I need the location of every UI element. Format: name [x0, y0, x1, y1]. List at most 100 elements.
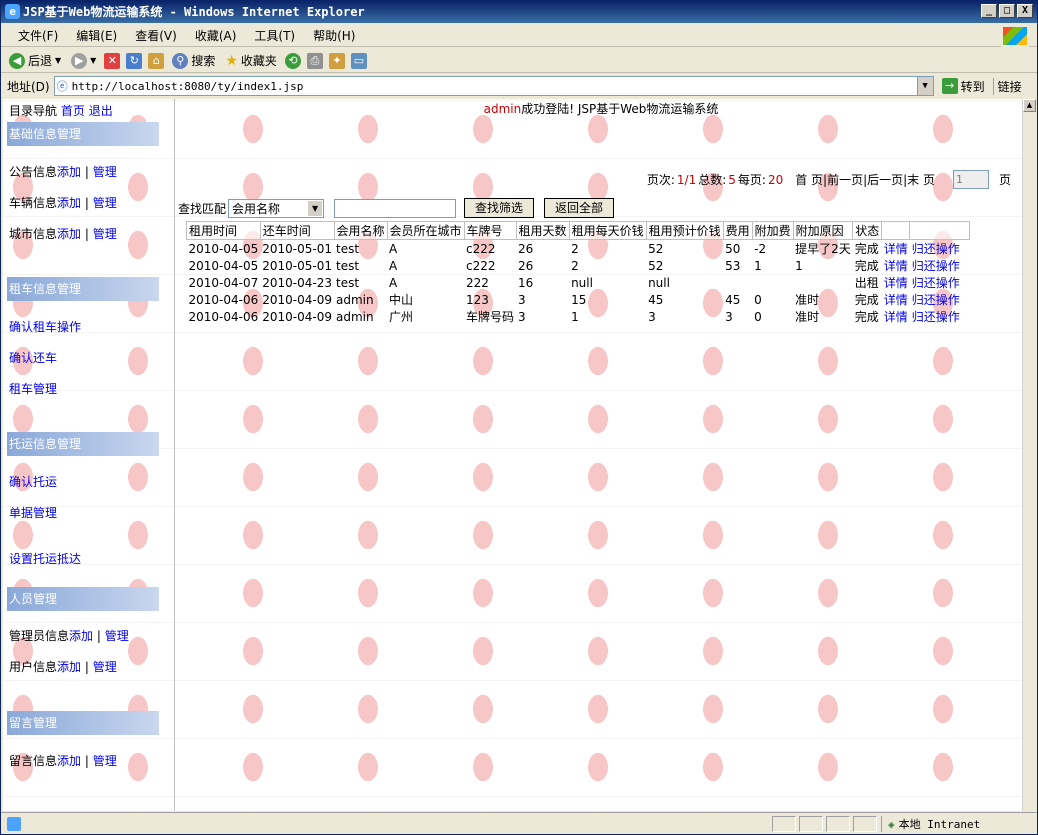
cell-detail-link[interactable]: 详情 [882, 291, 910, 308]
cell-daily-price: 2 [571, 241, 579, 256]
cell-plate: 222 [466, 275, 489, 290]
favorites-button[interactable]: ★ 收藏夹 [223, 52, 279, 69]
search-field-value: 会用名称 [232, 201, 281, 216]
message-add-link[interactable]: 添加 [57, 754, 81, 768]
set-arrival-link[interactable]: 设置托运抵达 [9, 550, 81, 567]
cell-return-date: 2010-04-09 [262, 292, 332, 307]
cell-est-price: 3 [648, 309, 656, 324]
search-filter-button[interactable]: 查找筛选 [464, 198, 535, 218]
cell-extra-reason [793, 274, 853, 291]
rental-manage-link[interactable]: 租车管理 [9, 380, 57, 397]
confirm-shipping-link[interactable]: 确认托运 [9, 473, 57, 490]
cell-detail-link[interactable]: 详情 [882, 240, 910, 258]
cell-return-action-link[interactable]: 归还操作 [910, 240, 970, 258]
cell-detail-link[interactable]: 详情 [882, 257, 910, 274]
menu-file[interactable]: 文件(F) [9, 27, 67, 44]
messenger-icon[interactable]: ✦ [328, 52, 345, 69]
cell-extra-fee [752, 274, 793, 291]
toolbar: ◀ 后退 ▼ ▶ ▼ ✕ ↻ ⌂ ⚲ 搜索 ★ 收藏夹 ⟲ ⎙ ✦ ▭ [1, 49, 1037, 73]
close-button[interactable]: X [1017, 4, 1033, 18]
cell-status: 完成 [854, 242, 879, 256]
window-title: JSP基于Web物流运输系统 - Windows Internet Explor… [23, 5, 365, 19]
page-value: 1/1 [676, 172, 697, 187]
links-button[interactable]: 链接 [992, 77, 1026, 95]
section-message: 留言管理 [7, 711, 159, 735]
cell-est-price: 45 [648, 292, 664, 307]
header-status: 状态 [852, 221, 883, 240]
cell-member-name: test [336, 275, 360, 290]
edit-icon[interactable]: ▭ [350, 52, 367, 69]
vertical-scrollbar[interactable]: ▲ [1022, 99, 1036, 811]
user-add-link[interactable]: 添加 [57, 660, 81, 674]
city-add-link[interactable]: 添加 [57, 227, 81, 241]
logout-link[interactable]: 退出 [89, 104, 113, 118]
menu-edit[interactable]: 编辑(E) [67, 27, 126, 44]
cell-daily-price: 15 [571, 292, 587, 307]
confirm-rental-link[interactable]: 确认租车操作 [9, 318, 81, 335]
nav-top-label: 目录导航 [9, 104, 58, 118]
cell-member-name: test [336, 241, 360, 256]
page-number-input[interactable]: 1 [952, 170, 989, 189]
cell-fee: 3 [725, 309, 733, 324]
home-icon[interactable]: ⌂ [148, 52, 165, 69]
home-link[interactable]: 首页 [61, 104, 85, 118]
nav-item-label: 车辆信息 [9, 196, 58, 210]
address-input[interactable]: ⓔ http://localhost:8080/ty/index1.jsp ▼ [53, 76, 934, 96]
forward-button[interactable]: ▶ ▼ [69, 52, 98, 69]
cell-extra-reason: 提早了2天 [795, 242, 851, 256]
admin-manage-link[interactable]: 管理 [105, 629, 129, 643]
cell-member-city: 中山 [389, 293, 414, 307]
table-row: 2010-04-05 2010-05-01 test Ac222 26 2 52 53 1 1 完成… [187, 257, 970, 274]
go-button[interactable]: → 转到 [938, 78, 989, 95]
nav-item-label: 管理员信息 [9, 629, 70, 643]
user-manage-link[interactable]: 管理 [93, 660, 117, 674]
page-content: 目录导航 首页 退出 基础信息管理 公告信息添加 | 管理 车辆信息添加 | 管… [3, 99, 1025, 811]
cell-member-name: admin [336, 309, 374, 324]
back-button[interactable]: ◀ 后退 ▼ [7, 52, 63, 69]
cell-extra-reason: 1 [795, 258, 803, 273]
stop-icon[interactable]: ✕ [104, 52, 121, 69]
title-bar: e JSP基于Web物流运输系统 - Windows Internet Expl… [1, 1, 1037, 23]
cell-days: 16 [518, 275, 534, 290]
vehicle-add-link[interactable]: 添加 [57, 196, 81, 210]
cell-detail-link[interactable]: 详情 [882, 274, 910, 291]
cell-return-action-link[interactable]: 归还操作 [910, 274, 970, 291]
star-icon: ★ [225, 52, 238, 69]
print-icon[interactable]: ⎙ [306, 52, 323, 69]
chevron-down-icon[interactable]: ▼ [916, 77, 933, 95]
cell-return-action-link[interactable]: 归还操作 [910, 308, 970, 325]
cell-detail-link[interactable]: 详情 [882, 308, 910, 325]
cell-days: 3 [518, 309, 526, 324]
city-manage-link[interactable]: 管理 [93, 227, 117, 241]
notice-manage-link[interactable]: 管理 [93, 165, 117, 179]
search-field-select[interactable]: 会用名称 ▼ [228, 198, 325, 218]
cell-return-action-link[interactable]: 归还操作 [910, 291, 970, 308]
cell-return-action-link[interactable]: 归还操作 [910, 257, 970, 274]
waybill-manage-link[interactable]: 单据管理 [9, 504, 57, 521]
separator: | [84, 165, 89, 179]
page-status-icon [7, 816, 21, 831]
show-all-button[interactable]: 返回全部 [544, 198, 615, 218]
notice-add-link[interactable]: 添加 [57, 165, 81, 179]
page-nav-links[interactable]: 首 页|前一页|后一页|末 页 [795, 171, 935, 188]
history-icon[interactable]: ⟲ [284, 52, 301, 69]
confirm-return-link[interactable]: 确认还车 [9, 349, 57, 366]
menu-help[interactable]: 帮助(H) [304, 27, 364, 44]
menu-favorites[interactable]: 收藏(A) [186, 27, 246, 44]
message-manage-link[interactable]: 管理 [93, 754, 117, 768]
search-button[interactable]: ⚲ 搜索 [170, 52, 217, 69]
cell-extra-fee: 0 [754, 292, 762, 307]
section-shipping-info: 托运信息管理 [7, 432, 159, 456]
search-input[interactable] [334, 198, 457, 218]
scroll-up-icon[interactable]: ▲ [1023, 99, 1036, 112]
zone-label: 本地 Intranet [898, 818, 981, 831]
menu-tools[interactable]: 工具(T) [245, 27, 304, 44]
refresh-icon[interactable]: ↻ [126, 52, 143, 69]
admin-add-link[interactable]: 添加 [69, 629, 93, 643]
menu-view[interactable]: 查看(V) [126, 27, 186, 44]
maximize-button[interactable]: □ [999, 4, 1015, 18]
cell-est-price: 52 [648, 258, 664, 273]
minimize-button[interactable]: _ [981, 4, 997, 18]
nav-admin-info: 管理员信息添加 | 管理 [9, 627, 129, 644]
vehicle-manage-link[interactable]: 管理 [93, 196, 117, 210]
